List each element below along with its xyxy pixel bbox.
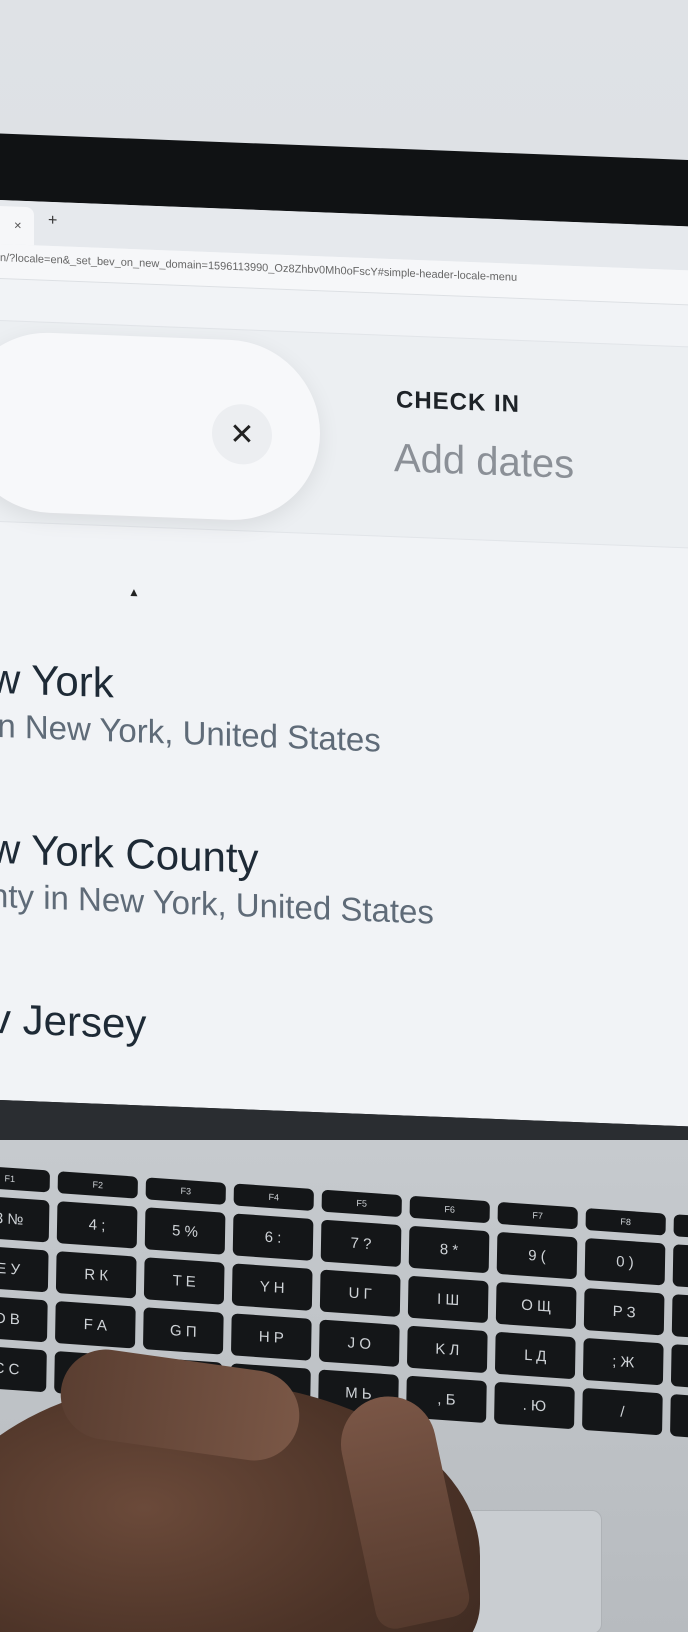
- check-in-field[interactable]: Add dates: [394, 436, 574, 488]
- key[interactable]: F1: [0, 1165, 50, 1193]
- key[interactable]: -: [672, 1244, 688, 1292]
- location-suggestion[interactable]: w York County nty in New York, United St…: [0, 825, 434, 932]
- key[interactable]: 5 %: [144, 1207, 226, 1255]
- key[interactable]: L Д: [494, 1331, 576, 1380]
- key[interactable]: F А: [54, 1301, 136, 1349]
- mouse-cursor-icon: ▲: [128, 584, 140, 600]
- key[interactable]: 8 *: [408, 1225, 490, 1274]
- key[interactable]: T Е: [143, 1257, 225, 1305]
- key[interactable]: J О: [318, 1319, 400, 1367]
- key[interactable]: U Г: [319, 1269, 401, 1318]
- browser-tab[interactable]: ×: [0, 206, 34, 246]
- key[interactable]: F6: [409, 1195, 490, 1224]
- key[interactable]: F2: [57, 1171, 138, 1199]
- photo-scene: × + n/?locale=en&_set_bev_on_new_domain=…: [0, 0, 688, 1632]
- key[interactable]: 4 ;: [56, 1201, 138, 1249]
- key[interactable]: 6 :: [232, 1213, 314, 1261]
- close-icon[interactable]: ×: [14, 218, 22, 233]
- key[interactable]: O Щ: [495, 1281, 577, 1330]
- key[interactable]: H Р: [230, 1313, 312, 1361]
- key[interactable]: . Ю: [494, 1381, 575, 1430]
- key[interactable]: ; Ж: [582, 1337, 664, 1386]
- clear-button[interactable]: ✕: [212, 403, 272, 466]
- laptop-screen: × + n/?locale=en&_set_bev_on_new_domain=…: [0, 200, 688, 1127]
- key[interactable]: 7 ?: [320, 1219, 402, 1268]
- key[interactable]: F8: [585, 1208, 666, 1236]
- search-panel: ✕ CHECK IN Add dates: [0, 320, 688, 549]
- key[interactable]: G П: [142, 1307, 224, 1355]
- suggestion-title: v Jersey: [0, 994, 147, 1048]
- suggestion-title: w York: [0, 654, 114, 707]
- location-suggestion[interactable]: v Jersey: [0, 995, 146, 1049]
- key[interactable]: I Ш: [407, 1275, 489, 1324]
- key[interactable]: ': [670, 1344, 688, 1392]
- key[interactable]: /: [582, 1387, 663, 1436]
- key[interactable]: F7: [497, 1201, 578, 1230]
- key[interactable]: 9 (: [496, 1231, 578, 1280]
- location-field[interactable]: ✕: [0, 329, 320, 524]
- key[interactable]: E У: [0, 1244, 49, 1293]
- key[interactable]: K Л: [406, 1325, 488, 1374]
- key[interactable]: Y Н: [231, 1263, 313, 1311]
- key[interactable]: ⇧: [670, 1393, 688, 1442]
- key[interactable]: 0 ): [584, 1237, 666, 1286]
- check-in-label: CHECK IN: [396, 386, 521, 418]
- key[interactable]: D В: [0, 1294, 48, 1343]
- close-icon: ✕: [229, 417, 255, 452]
- key[interactable]: R К: [55, 1251, 137, 1299]
- key[interactable]: P З: [583, 1287, 665, 1336]
- key[interactable]: F4: [233, 1183, 314, 1212]
- key[interactable]: C С: [0, 1344, 47, 1393]
- key[interactable]: F9: [673, 1214, 688, 1242]
- key[interactable]: F5: [321, 1189, 402, 1218]
- key[interactable]: F3: [145, 1177, 226, 1205]
- location-suggestion[interactable]: w York in New York, United States: [0, 655, 381, 760]
- key[interactable]: 3 №: [0, 1194, 50, 1243]
- new-tab-icon[interactable]: +: [48, 212, 57, 230]
- key[interactable]: [: [671, 1294, 688, 1342]
